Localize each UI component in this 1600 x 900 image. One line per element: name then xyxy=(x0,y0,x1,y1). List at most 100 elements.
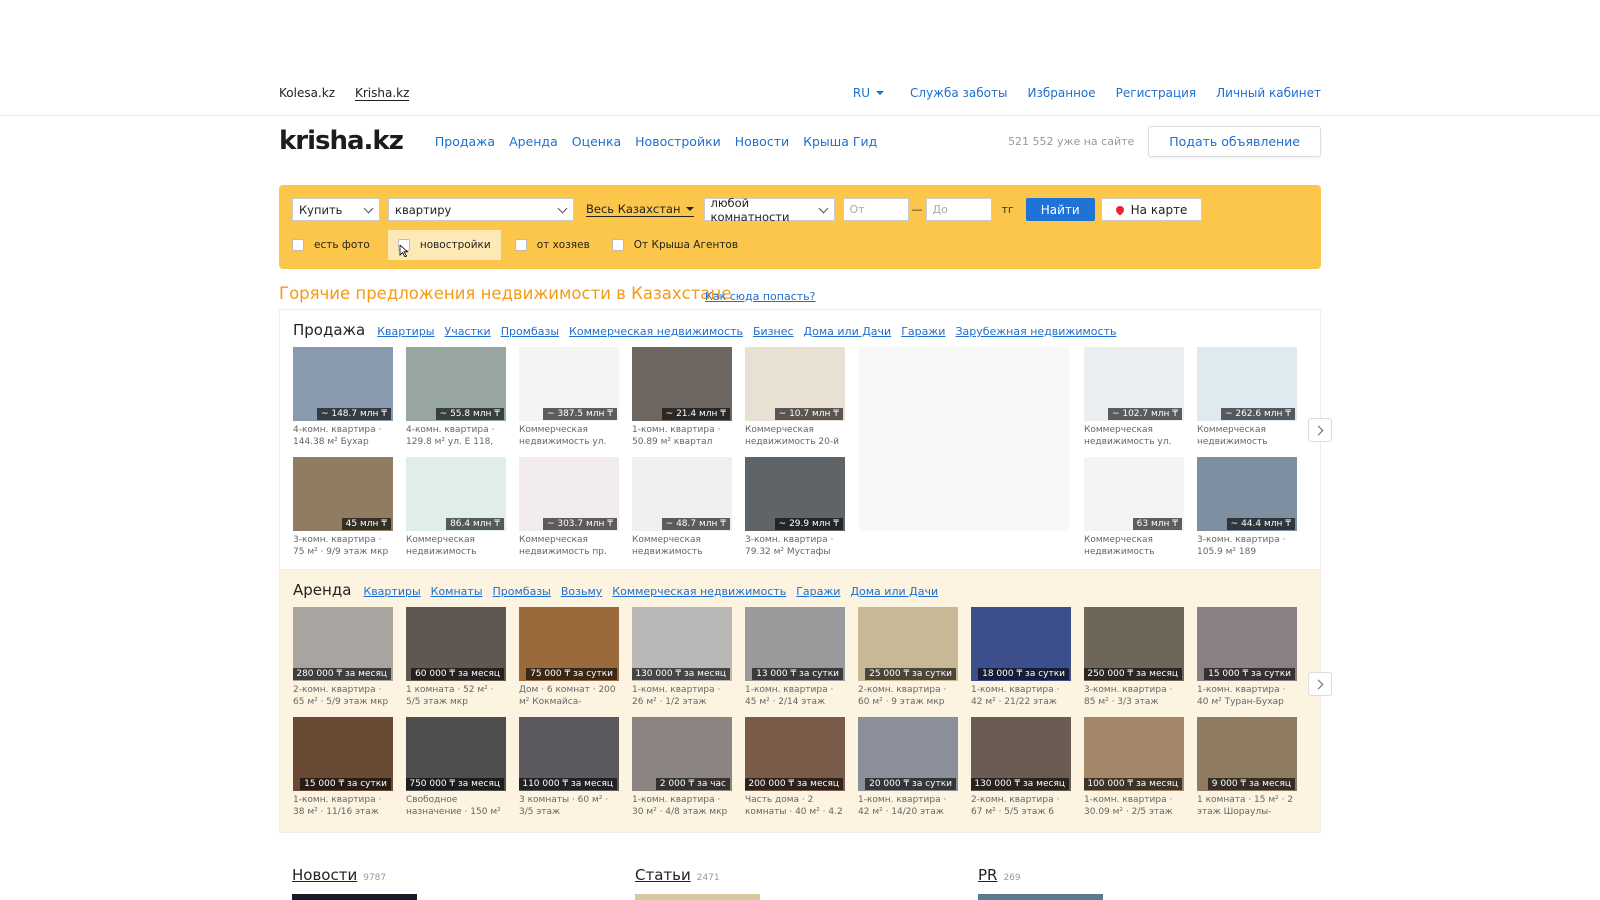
listing-photo[interactable]: ~ 44.4 млн ₸ xyxy=(1197,457,1297,531)
listing-card[interactable]: 75 000 ₸ за сутки Дом · 6 комнат · 200 м²… xyxy=(519,607,619,708)
sale-link-business[interactable]: Бизнес xyxy=(753,325,794,338)
listing-description[interactable]: 3-комн. квартира · 85 м² · 3/3 этаж xyxy=(1084,684,1184,708)
find-button[interactable]: Найти xyxy=(1025,198,1095,221)
listing-card[interactable]: ~ 21.4 млн ₸ 1-комн. квартира · 50.89 м² … xyxy=(632,347,732,448)
listing-description[interactable]: 1 комната · 52 м² · 5/5 этаж мкр Жетысу-… xyxy=(406,684,506,708)
listing-description[interactable]: Коммерческая недвижимость xyxy=(1197,424,1297,448)
listing-photo[interactable]: ~ 10.7 млн ₸ xyxy=(745,347,845,421)
listing-description[interactable]: 3-комн. квартира · 79.32 м² Мустафы xyxy=(745,534,845,558)
listing-card[interactable]: ~ 148.7 млн ₸ 4-комн. квартира · 144.38 м… xyxy=(293,347,393,448)
price-to-input[interactable]: До xyxy=(925,198,992,221)
listing-card[interactable]: 280 000 ₸ за месяц 2-комн. квартира · 65 … xyxy=(293,607,393,708)
listing-description[interactable]: 1-комн. квартира · 42 м² · 21/22 этаж Ро… xyxy=(971,684,1071,708)
listing-photo[interactable]: 2 000 ₸ за час xyxy=(632,717,732,791)
rent-link-houses[interactable]: Дома или Дачи xyxy=(850,585,938,598)
sale-link-houses[interactable]: Дома или Дачи xyxy=(804,325,892,338)
listing-description[interactable]: Коммерческая недвижимость пр. xyxy=(519,534,619,558)
listing-description[interactable]: 4-комн. квартира · 144.38 м² Бухар xyxy=(293,424,393,448)
price-from-input[interactable]: От xyxy=(842,198,909,221)
listing-photo[interactable]: 45 млн ₸ xyxy=(293,457,393,531)
listing-card[interactable]: 200 000 ₸ за месяц Часть дома · 2 комнаты… xyxy=(745,717,845,818)
listing-photo[interactable]: 250 000 ₸ за месяц xyxy=(1084,607,1184,681)
listing-photo[interactable]: 110 000 ₸ за месяц xyxy=(519,717,619,791)
listing-photo[interactable]: 75 000 ₸ за сутки xyxy=(519,607,619,681)
rent-link-apartments[interactable]: Квартиры xyxy=(363,585,420,598)
listing-card[interactable]: 250 000 ₸ за месяц 3-комн. квартира · 85 … xyxy=(1084,607,1184,708)
listing-card[interactable]: 130 000 ₸ за месяц 1-комн. квартира · 26 … xyxy=(632,607,732,708)
news-thumbnail[interactable] xyxy=(292,894,417,900)
articles-title[interactable]: Статьи xyxy=(635,866,691,884)
listing-description[interactable]: 1-комн. квартира · 30 м² · 4/8 этаж мкр xyxy=(632,794,732,818)
listing-photo[interactable]: 20 000 ₸ за сутки xyxy=(858,717,958,791)
listing-description[interactable]: 4-комн. квартира · 129.8 м² ул. Е 118, у… xyxy=(406,424,506,448)
listing-photo[interactable]: ~ 262.6 млн ₸ xyxy=(1197,347,1297,421)
news-title[interactable]: Новости xyxy=(292,866,357,884)
listing-card[interactable]: 86.4 млн ₸ Коммерческая недвижимость xyxy=(406,457,506,558)
listing-card[interactable]: ~ 303.7 млн ₸ Коммерческая недвижимость п… xyxy=(519,457,619,558)
account-link[interactable]: Личный кабинет xyxy=(1216,86,1321,100)
filter-with-photo[interactable]: есть фото xyxy=(292,230,378,260)
sale-link-commercial[interactable]: Коммерческая недвижимость xyxy=(569,325,743,338)
listing-description[interactable]: Дом · 6 комнат · 200 м² Кокмайса-Кулагер xyxy=(519,684,619,708)
nav-news[interactable]: Новости xyxy=(735,134,789,149)
listing-photo[interactable]: ~ 29.9 млн ₸ xyxy=(745,457,845,531)
rent-link-wanted[interactable]: Возьму xyxy=(561,585,602,598)
listing-photo[interactable]: 18 000 ₸ за сутки xyxy=(971,607,1071,681)
favorites-link[interactable]: Избранное xyxy=(1028,86,1096,100)
nav-valuation[interactable]: Оценка xyxy=(572,134,621,149)
listing-photo[interactable]: 15 000 ₸ за сутки xyxy=(1197,607,1297,681)
listing-description[interactable]: Коммерческая недвижимость 20-й xyxy=(745,424,845,448)
listing-description[interactable]: Коммерческая недвижимость xyxy=(406,534,506,558)
listing-description[interactable]: Свободное назначение · 150 м² xyxy=(406,794,506,818)
listing-card[interactable]: 45 млн ₸ 3-комн. квартира · 75 м² · 9/9 э… xyxy=(293,457,393,558)
listing-photo[interactable]: 750 000 ₸ за месяц xyxy=(406,717,506,791)
listing-card[interactable]: ~ 387.5 млн ₸ Коммерческая недвижимость у… xyxy=(519,347,619,448)
how-to-get-here-link[interactable]: Как сюда попасть? xyxy=(705,290,815,303)
listing-description[interactable]: 1-комн. квартира · 30.09 м² · 2/5 этаж xyxy=(1084,794,1184,818)
articles-thumbnail[interactable] xyxy=(635,894,760,900)
listing-photo[interactable]: 63 млн ₸ xyxy=(1084,457,1184,531)
sale-next-button[interactable] xyxy=(1308,418,1332,442)
listing-card[interactable]: 2 000 ₸ за час 1-комн. квартира · 30 м² ·… xyxy=(632,717,732,818)
listing-photo[interactable]: ~ 148.7 млн ₸ xyxy=(293,347,393,421)
checkbox[interactable] xyxy=(611,239,624,251)
register-link[interactable]: Регистрация xyxy=(1116,86,1196,100)
rent-link-industrial[interactable]: Промбазы xyxy=(493,585,551,598)
listing-description[interactable]: 1-комн. квартира · 26 м² · 1/2 этаж Балп… xyxy=(632,684,732,708)
listing-card[interactable]: ~ 262.6 млн ₸ Коммерческая недвижимость xyxy=(1197,347,1297,448)
sale-link-industrial[interactable]: Промбазы xyxy=(501,325,559,338)
listing-card[interactable]: 13 000 ₸ за сутки 1-комн. квартира · 45 м… xyxy=(745,607,845,708)
listing-card[interactable]: ~ 29.9 млн ₸ 3-комн. квартира · 79.32 м² … xyxy=(745,457,845,558)
listing-description[interactable]: 1 комната · 15 м² · 2 этаж Шораулы-Рядом xyxy=(1197,794,1297,818)
logo[interactable]: krisha.kz xyxy=(279,126,404,156)
listing-photo[interactable]: 200 000 ₸ за месяц xyxy=(745,717,845,791)
pr-thumbnail[interactable] xyxy=(978,894,1103,900)
listing-card[interactable]: 130 000 ₸ за месяц 2-комн. квартира · 67 … xyxy=(971,717,1071,818)
rooms-select[interactable]: любой комнатности xyxy=(703,196,835,224)
sale-link-garages[interactable]: Гаражи xyxy=(901,325,945,338)
nav-sale[interactable]: Продажа xyxy=(435,134,495,149)
language-select[interactable]: RU xyxy=(853,86,885,100)
rent-link-rooms[interactable]: Комнаты xyxy=(431,585,483,598)
nav-rent[interactable]: Аренда xyxy=(509,134,558,149)
filter-from-owners[interactable]: от хозяев xyxy=(514,230,598,260)
listing-card[interactable]: ~ 48.7 млн ₸ Коммерческая недвижимость xyxy=(632,457,732,558)
listing-photo[interactable]: ~ 55.8 млн ₸ xyxy=(406,347,506,421)
listing-photo[interactable]: 130 000 ₸ за месяц xyxy=(632,607,732,681)
listing-photo[interactable]: 60 000 ₸ за месяц xyxy=(406,607,506,681)
filter-from-agents[interactable]: От Крыша Агентов xyxy=(611,230,746,260)
listing-card[interactable]: 18 000 ₸ за сутки 1-комн. квартира · 42 м… xyxy=(971,607,1071,708)
region-select[interactable]: Весь Казахстан xyxy=(586,202,694,217)
listing-card[interactable]: 15 000 ₸ за сутки 1-комн. квартира · 40 м… xyxy=(1197,607,1297,708)
listing-card[interactable]: 110 000 ₸ за месяц 3 комнаты · 60 м² · 3/… xyxy=(519,717,619,818)
listing-photo[interactable]: 86.4 млн ₸ xyxy=(406,457,506,531)
listing-card[interactable]: ~ 102.7 млн ₸ Коммерческая недвижимость у… xyxy=(1084,347,1184,448)
listing-description[interactable]: 2-комн. квартира · 60 м² · 9 этаж мкр xyxy=(858,684,958,708)
listing-photo[interactable]: ~ 303.7 млн ₸ xyxy=(519,457,619,531)
listing-photo[interactable]: 280 000 ₸ за месяц xyxy=(293,607,393,681)
listing-photo[interactable]: ~ 21.4 млн ₸ xyxy=(632,347,732,421)
listing-photo[interactable]: ~ 102.7 млн ₸ xyxy=(1084,347,1184,421)
listing-description[interactable]: 1-комн. квартира · 40 м² Туран-Бухар Жыр… xyxy=(1197,684,1297,708)
pr-title[interactable]: PR xyxy=(978,866,997,884)
sale-link-apartments[interactable]: Квартиры xyxy=(377,325,434,338)
